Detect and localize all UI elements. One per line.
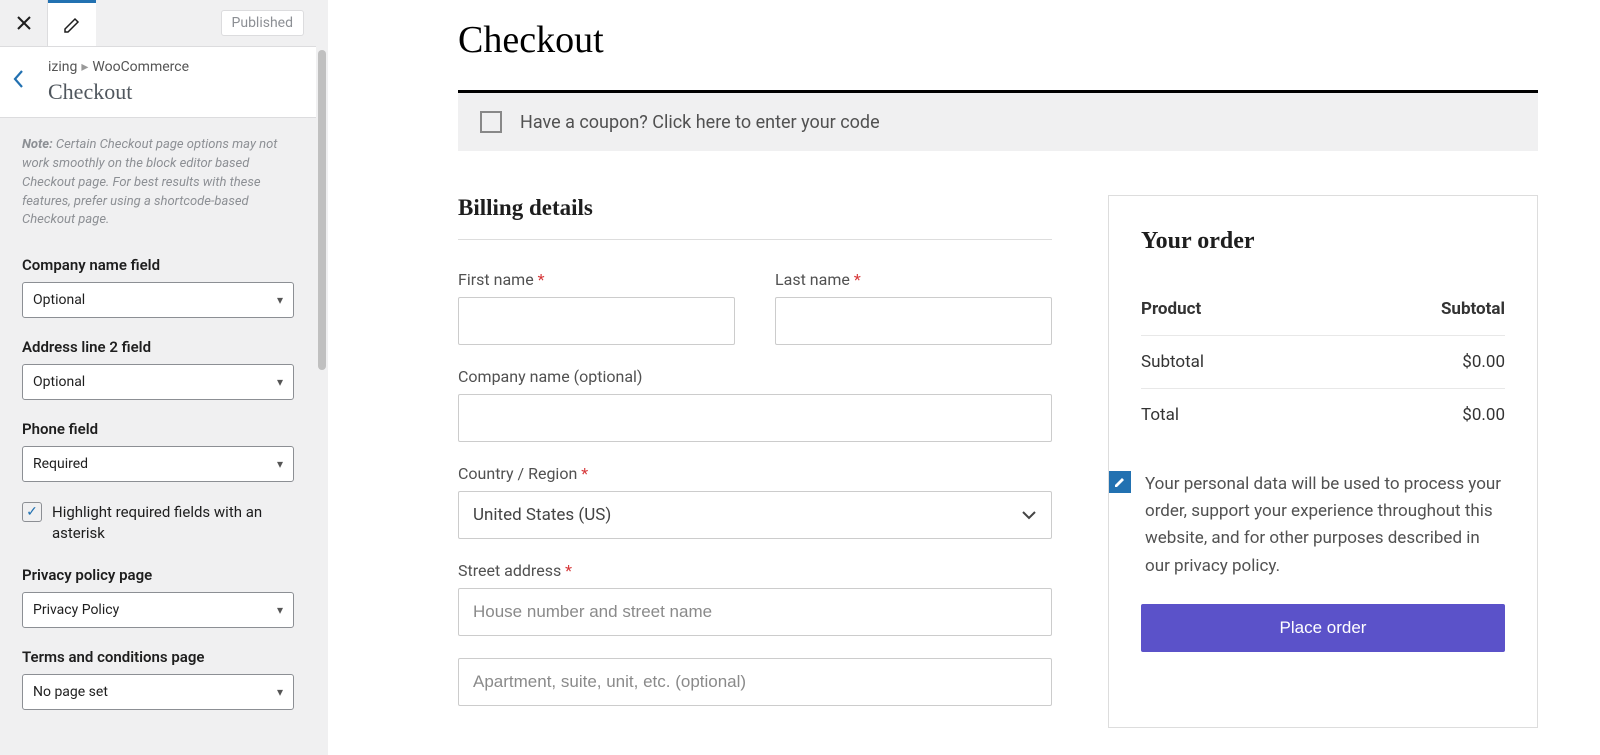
- edit-shortcut-button[interactable]: [1109, 471, 1131, 493]
- breadcrumb: izing▸WooCommerce Checkout: [0, 47, 316, 118]
- terms-page-select[interactable]: No page set▾: [22, 674, 294, 710]
- note-text: Note: Certain Checkout page options may …: [22, 136, 294, 230]
- sidebar-toolbar: Published: [0, 0, 316, 47]
- address2-field-select[interactable]: Optional▾: [22, 364, 294, 400]
- table-row: Subtotal$0.00: [1141, 336, 1505, 389]
- preview-pane: Checkout Have a coupon? Click here to en…: [328, 0, 1600, 755]
- first-name-field[interactable]: [458, 297, 735, 345]
- edit-tab[interactable]: [48, 0, 96, 46]
- last-name-label: Last name *: [775, 270, 1052, 289]
- pencil-icon: [1114, 476, 1126, 488]
- order-table: Product Subtotal Subtotal$0.00 Total$0.0…: [1141, 283, 1505, 441]
- country-select[interactable]: United States (US): [458, 491, 1052, 539]
- customizer-sidebar: Published Style Guide izing▸WooCommerce …: [0, 0, 328, 755]
- published-button[interactable]: Published: [221, 10, 304, 36]
- company-field[interactable]: [458, 394, 1052, 442]
- chevron-down-icon: ▾: [277, 603, 283, 617]
- country-label: Country / Region *: [458, 464, 1052, 483]
- breadcrumb-trail: izing▸WooCommerce: [48, 59, 306, 75]
- close-button[interactable]: [0, 0, 48, 46]
- chevron-down-icon: ▾: [277, 375, 283, 389]
- phone-field-label: Phone field: [22, 420, 294, 438]
- first-name-label: First name *: [458, 270, 735, 289]
- panel-title: Checkout: [48, 79, 306, 105]
- crumb-2[interactable]: WooCommerce: [92, 59, 189, 75]
- phone-field-select[interactable]: Required▾: [22, 446, 294, 482]
- billing-title: Billing details: [458, 195, 1052, 240]
- back-button[interactable]: [12, 68, 26, 96]
- privacy-page-label: Privacy policy page: [22, 566, 294, 584]
- col-product: Product: [1141, 283, 1322, 336]
- highlight-checkbox[interactable]: ✓: [22, 502, 42, 522]
- order-title: Your order: [1141, 228, 1505, 255]
- chevron-left-icon: [12, 68, 26, 90]
- sidebar-content: Note: Certain Checkout page options may …: [0, 118, 316, 755]
- close-icon: [16, 15, 32, 31]
- coupon-icon: [480, 111, 502, 133]
- order-summary: Your order Product Subtotal Subtotal$0.0…: [1108, 195, 1538, 728]
- highlight-checkbox-label: Highlight required fields with an asteri…: [52, 502, 294, 544]
- chevron-down-icon: [1021, 505, 1037, 525]
- pencil-icon: [63, 16, 81, 34]
- coupon-question: Have a coupon?: [520, 112, 652, 133]
- page-title: Checkout: [458, 18, 1538, 62]
- col-subtotal: Subtotal: [1322, 283, 1505, 336]
- coupon-notice: Have a coupon? Click here to enter your …: [458, 90, 1538, 151]
- table-row: Total$0.00: [1141, 389, 1505, 442]
- chevron-down-icon: ▾: [277, 685, 283, 699]
- scrollbar-thumb[interactable]: [318, 50, 326, 370]
- coupon-link[interactable]: Click here to enter your code: [652, 112, 879, 133]
- street-field-1[interactable]: [458, 588, 1052, 636]
- privacy-page-select[interactable]: Privacy Policy▾: [22, 592, 294, 628]
- company-label: Company name (optional): [458, 367, 1052, 386]
- street-field-2[interactable]: [458, 658, 1052, 706]
- address2-field-label: Address line 2 field: [22, 338, 294, 356]
- last-name-field[interactable]: [775, 297, 1052, 345]
- crumb-1[interactable]: izing: [48, 59, 77, 75]
- company-field-select[interactable]: Optional▾: [22, 282, 294, 318]
- company-field-label: Company name field: [22, 256, 294, 274]
- chevron-down-icon: ▾: [277, 457, 283, 471]
- terms-page-label: Terms and conditions page: [22, 648, 294, 666]
- chevron-down-icon: ▾: [277, 293, 283, 307]
- billing-section: Billing details First name * Last name *…: [458, 195, 1052, 728]
- street-label: Street address *: [458, 561, 1052, 580]
- place-order-button[interactable]: Place order: [1141, 604, 1505, 652]
- privacy-text: Your personal data will be used to proce…: [1145, 471, 1505, 580]
